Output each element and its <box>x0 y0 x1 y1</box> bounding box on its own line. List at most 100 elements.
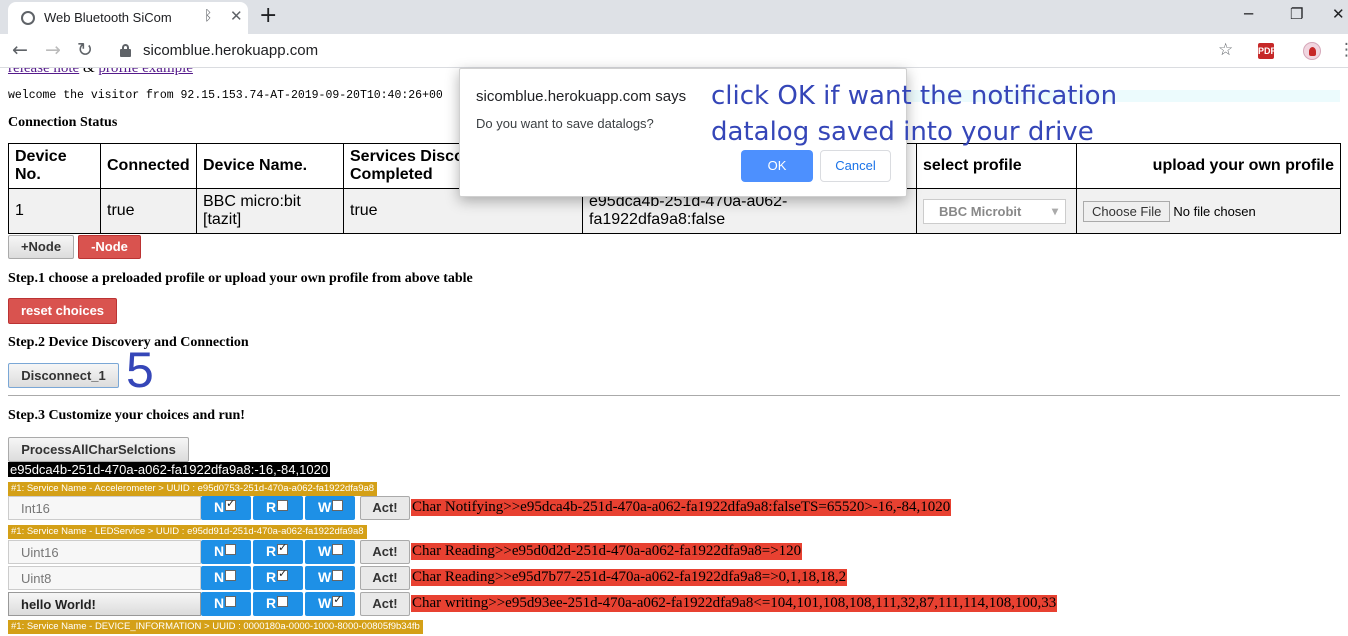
file-status-text: No file chosen <box>1173 203 1256 219</box>
profile-example-link[interactable]: profile example <box>98 68 193 76</box>
window-close-icon[interactable]: ✕ <box>1332 5 1345 23</box>
read-checkbox[interactable] <box>277 500 289 511</box>
disconnect-button[interactable]: Disconnect_1 <box>8 363 119 388</box>
act-button[interactable]: Act! <box>360 566 410 590</box>
notify-checkbox[interactable] <box>225 570 237 581</box>
restore-icon[interactable]: ❐ <box>1290 5 1303 23</box>
column-header: select profile <box>916 143 1077 189</box>
extension-icon[interactable] <box>1303 42 1321 60</box>
notify-toggle[interactable]: N <box>201 566 251 590</box>
connected-cell: true <box>100 188 197 234</box>
service-label: #1: Service Name - Accelerometer > UUID … <box>8 482 378 496</box>
read-checkbox[interactable] <box>277 596 289 607</box>
bluetooth-icon: ᛒ <box>204 8 213 24</box>
uuid-value-label: e95dca4b-251d-470a-a062-fa1922dfa9a8:-16… <box>8 462 331 477</box>
option-label: N <box>214 543 225 559</box>
header-links: release note & profile example <box>8 68 193 77</box>
reload-icon[interactable]: ↻ <box>77 39 93 61</box>
write-checkbox[interactable] <box>332 570 344 581</box>
remove-node-button[interactable]: -Node <box>78 235 141 259</box>
tab-title: Web Bluetooth SiCom <box>44 10 172 25</box>
release-note-link[interactable]: release note <box>8 68 79 76</box>
device-no-cell: 1 <box>8 188 101 234</box>
globe-icon <box>21 11 35 25</box>
option-label: R <box>266 499 277 515</box>
option-label: R <box>266 595 277 611</box>
notify-toggle[interactable]: N <box>201 496 251 520</box>
read-toggle[interactable]: R <box>253 566 303 590</box>
reset-choices-button[interactable]: reset choices <box>8 298 117 324</box>
device-name-cell: BBC micro:bit [tazit] <box>196 188 344 234</box>
read-toggle[interactable]: R <box>253 496 303 520</box>
cancel-button[interactable]: Cancel <box>820 150 891 182</box>
notify-toggle[interactable]: N <box>201 592 251 616</box>
write-checkbox[interactable] <box>332 500 344 511</box>
write-toggle[interactable]: W <box>305 496 355 520</box>
pdf-extension-icon[interactable]: PDF <box>1258 43 1276 59</box>
address-bar[interactable]: sicomblue.herokuapp.com <box>143 42 318 59</box>
column-header: upload your own profile <box>1076 143 1341 189</box>
link-separator: & <box>79 68 99 76</box>
browser-tab[interactable]: Web Bluetooth SiCom ᛒ ✕ <box>8 2 248 34</box>
option-label: R <box>266 543 277 559</box>
option-label: N <box>214 499 225 515</box>
read-toggle[interactable]: R <box>253 540 303 564</box>
option-label: W <box>318 569 332 585</box>
notify-toggle[interactable]: N <box>201 540 251 564</box>
char-name-field[interactable]: Uint8 <box>8 566 201 590</box>
notify-checkbox[interactable] <box>225 596 237 607</box>
service-label: #1: Service Name - LEDService > UUID : e… <box>8 525 367 539</box>
result-text: Char Notifying>>e95dca4b-251d-470a-a062-… <box>411 499 952 516</box>
new-tab-button[interactable]: + <box>259 3 277 28</box>
divider <box>8 395 1340 396</box>
option-label: R <box>266 569 277 585</box>
profile-select[interactable]: BBC Microbit <box>923 198 1066 224</box>
option-label: N <box>214 569 225 585</box>
lock-icon[interactable] <box>120 44 131 57</box>
act-button[interactable]: Act! <box>360 496 410 520</box>
menu-icon[interactable]: ⋮ <box>1338 40 1348 60</box>
annotation-text: click OK if want the notification datalo… <box>711 78 1117 150</box>
annotation-line: datalog saved into your drive <box>711 117 1094 147</box>
back-icon[interactable]: ← <box>12 39 28 61</box>
read-checkbox[interactable] <box>277 541 289 555</box>
connection-status-title: Connection Status <box>8 115 118 130</box>
option-label: W <box>318 543 332 559</box>
ok-button[interactable]: OK <box>741 150 813 182</box>
annotation-number: 5 <box>126 342 154 398</box>
tab-close-icon[interactable]: ✕ <box>230 7 243 25</box>
write-toggle[interactable]: W <box>305 540 355 564</box>
minimize-icon[interactable]: ─ <box>1244 5 1253 23</box>
write-toggle[interactable]: W <box>305 592 355 616</box>
result-text: Char Reading>>e95d7b77-251d-470a-a062-fa… <box>411 569 848 586</box>
option-label: W <box>318 499 332 515</box>
process-all-button[interactable]: ProcessAllCharSelctions <box>8 437 189 462</box>
option-label: N <box>214 595 225 611</box>
write-checkbox[interactable] <box>332 593 344 607</box>
write-checkbox[interactable] <box>332 544 344 555</box>
dialog-message: Do you want to save datalogs? <box>476 116 654 131</box>
notify-checkbox[interactable] <box>225 544 237 555</box>
forward-icon[interactable]: → <box>45 39 61 61</box>
read-checkbox[interactable] <box>277 567 289 581</box>
service-label: #1: Service Name - DEVICE_INFORMATION > … <box>8 620 423 634</box>
char-name-field[interactable]: hello World! <box>8 592 201 616</box>
notify-checkbox[interactable] <box>225 497 237 511</box>
browser-tab-strip: Web Bluetooth SiCom ᛒ ✕ + ─ ❐ ✕ <box>0 0 1348 34</box>
column-header: Device Name. <box>196 143 344 189</box>
step1-label: Step.1 choose a preloaded profile or upl… <box>8 271 473 286</box>
result-text: Char Reading>>e95d0d2d-251d-470a-a062-fa… <box>411 543 803 560</box>
step3-label: Step.3 Customize your choices and run! <box>8 408 245 423</box>
option-label: W <box>318 595 332 611</box>
act-button[interactable]: Act! <box>360 540 410 564</box>
bookmark-star-icon[interactable]: ☆ <box>1218 40 1233 60</box>
char-name-field[interactable]: Uint16 <box>8 540 201 564</box>
choose-file-button[interactable]: Choose File <box>1083 200 1171 222</box>
browser-toolbar: ← → ↻ sicomblue.herokuapp.com ☆ PDF ⋮ <box>0 34 1348 68</box>
add-node-button[interactable]: +Node <box>8 235 74 259</box>
act-button[interactable]: Act! <box>360 592 410 616</box>
profile-cell: BBC Microbit <box>916 188 1077 234</box>
read-toggle[interactable]: R <box>253 592 303 616</box>
write-toggle[interactable]: W <box>305 566 355 590</box>
char-name-field[interactable]: Int16 <box>8 496 201 520</box>
